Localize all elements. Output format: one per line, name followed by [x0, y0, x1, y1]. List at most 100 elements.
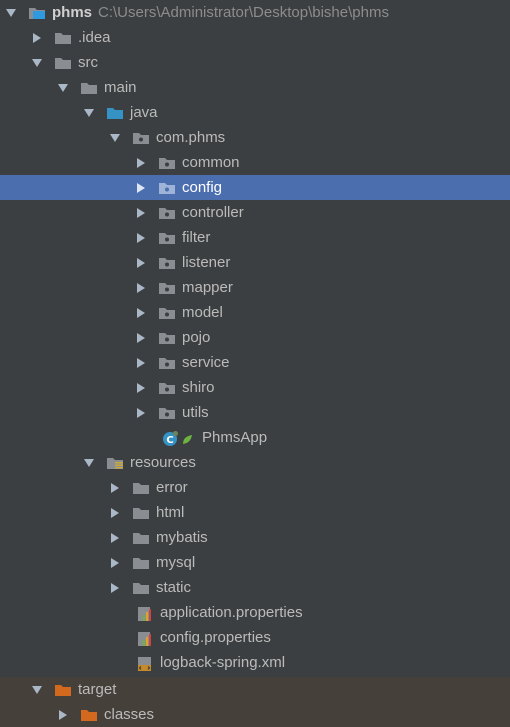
tree-node-label: PhmsApp — [202, 429, 268, 446]
tree-node-label: common — [182, 154, 240, 171]
tree-node-target[interactable]: target — [0, 677, 510, 702]
package-icon — [158, 381, 176, 395]
collapse-arrow-icon[interactable] — [136, 382, 146, 394]
tree-node-model[interactable]: model — [0, 300, 510, 325]
tree-node-label: classes — [104, 706, 155, 723]
tree-node-label: mysql — [156, 554, 196, 571]
tree-node-label: target — [78, 681, 117, 698]
collapse-arrow-icon[interactable] — [110, 482, 120, 494]
collapse-arrow-icon[interactable] — [136, 357, 146, 369]
tree-node-label: html — [156, 504, 185, 521]
tree-node-src[interactable]: src — [0, 50, 510, 75]
tree-node-phmsapp[interactable]: C PhmsApp — [0, 425, 510, 450]
xml-file-icon — [136, 656, 154, 671]
spring-boot-app-icon: C — [162, 430, 196, 446]
tree-node-com-phms[interactable]: com.phms — [0, 125, 510, 150]
tree-node-config-properties[interactable]: config.properties — [0, 625, 510, 650]
tree-node-label: logback-spring.xml — [160, 654, 286, 671]
tree-node-label: error — [156, 479, 188, 496]
package-icon — [158, 156, 176, 170]
collapse-arrow-icon[interactable] — [136, 307, 146, 319]
collapse-arrow-icon[interactable] — [136, 157, 146, 169]
expand-arrow-icon[interactable] — [84, 457, 94, 469]
package-icon — [158, 356, 176, 370]
collapse-arrow-icon[interactable] — [32, 32, 42, 44]
tree-node-main[interactable]: main — [0, 75, 510, 100]
tree-node-mapper[interactable]: mapper — [0, 275, 510, 300]
tree-node-mybatis[interactable]: mybatis — [0, 525, 510, 550]
tree-node-classes[interactable]: classes — [0, 702, 510, 727]
tree-node-label: config.properties — [160, 629, 271, 646]
package-icon — [158, 256, 176, 270]
tree-node-controller[interactable]: controller — [0, 200, 510, 225]
collapse-arrow-icon[interactable] — [136, 207, 146, 219]
resources-folder-icon — [106, 456, 124, 470]
tree-node-label: java — [130, 104, 158, 121]
collapse-arrow-icon[interactable] — [136, 257, 146, 269]
tree-node-label: mybatis — [156, 529, 208, 546]
expand-arrow-icon[interactable] — [110, 132, 120, 144]
collapse-arrow-icon[interactable] — [110, 532, 120, 544]
tree-node-label: utils — [182, 404, 209, 421]
package-icon — [158, 206, 176, 220]
package-icon — [158, 281, 176, 295]
tree-node-shiro[interactable]: shiro — [0, 375, 510, 400]
tree-node-listener[interactable]: listener — [0, 250, 510, 275]
expand-arrow-icon[interactable] — [58, 82, 68, 94]
tree-node-utils[interactable]: utils — [0, 400, 510, 425]
collapse-arrow-icon[interactable] — [136, 332, 146, 344]
collapse-arrow-icon[interactable] — [110, 582, 120, 594]
properties-file-icon — [136, 606, 154, 621]
collapse-arrow-icon[interactable] — [136, 232, 146, 244]
tree-node-logback-spring-xml[interactable]: logback-spring.xml — [0, 650, 510, 675]
tree-node-label: filter — [182, 229, 211, 246]
excluded-folder-icon — [54, 683, 72, 697]
expand-arrow-icon[interactable] — [6, 7, 16, 19]
tree-node-label: mapper — [182, 279, 233, 296]
folder-icon — [54, 31, 72, 45]
tree-node-label: shiro — [182, 379, 215, 396]
package-icon — [158, 331, 176, 345]
tree-node-label: .idea — [78, 29, 111, 46]
excluded-folder-icon — [80, 708, 98, 722]
tree-node-label: pojo — [182, 329, 211, 346]
collapse-arrow-icon[interactable] — [136, 282, 146, 294]
project-tree: phms C:\Users\Administrator\Desktop\bish… — [0, 0, 510, 727]
tree-node-common[interactable]: common — [0, 150, 510, 175]
tree-node-label: static — [156, 579, 192, 596]
expand-arrow-icon[interactable] — [32, 684, 42, 696]
collapse-arrow-icon[interactable] — [136, 182, 146, 194]
tree-node-label: src — [78, 54, 98, 71]
tree-node-idea[interactable]: .idea — [0, 25, 510, 50]
package-icon — [132, 131, 150, 145]
tree-node-java[interactable]: java — [0, 100, 510, 125]
collapse-arrow-icon[interactable] — [58, 709, 68, 721]
tree-node-service[interactable]: service — [0, 350, 510, 375]
tree-node-application-properties[interactable]: application.properties — [0, 600, 510, 625]
tree-node-html[interactable]: html — [0, 500, 510, 525]
properties-file-icon — [136, 631, 154, 646]
collapse-arrow-icon[interactable] — [110, 557, 120, 569]
tree-node-label: service — [182, 354, 230, 371]
collapse-arrow-icon[interactable] — [136, 407, 146, 419]
folder-icon — [132, 506, 150, 520]
tree-node-config[interactable]: config — [0, 175, 510, 200]
expand-arrow-icon[interactable] — [32, 57, 42, 69]
tree-node-error[interactable]: error — [0, 475, 510, 500]
tree-node-pojo[interactable]: pojo — [0, 325, 510, 350]
tree-node-phms[interactable]: phms C:\Users\Administrator\Desktop\bish… — [0, 0, 510, 25]
expand-arrow-icon[interactable] — [84, 107, 94, 119]
folder-icon — [80, 81, 98, 95]
tree-node-mysql[interactable]: mysql — [0, 550, 510, 575]
package-icon — [158, 231, 176, 245]
tree-node-filter[interactable]: filter — [0, 225, 510, 250]
source-folder-icon — [106, 106, 124, 120]
module-folder-icon — [28, 6, 46, 20]
tree-node-static[interactable]: static — [0, 575, 510, 600]
collapse-arrow-icon[interactable] — [110, 507, 120, 519]
tree-node-label: com.phms — [156, 129, 226, 146]
tree-node-label: main — [104, 79, 137, 96]
tree-node-resources[interactable]: resources — [0, 450, 510, 475]
folder-icon — [132, 556, 150, 570]
package-icon — [158, 181, 176, 195]
